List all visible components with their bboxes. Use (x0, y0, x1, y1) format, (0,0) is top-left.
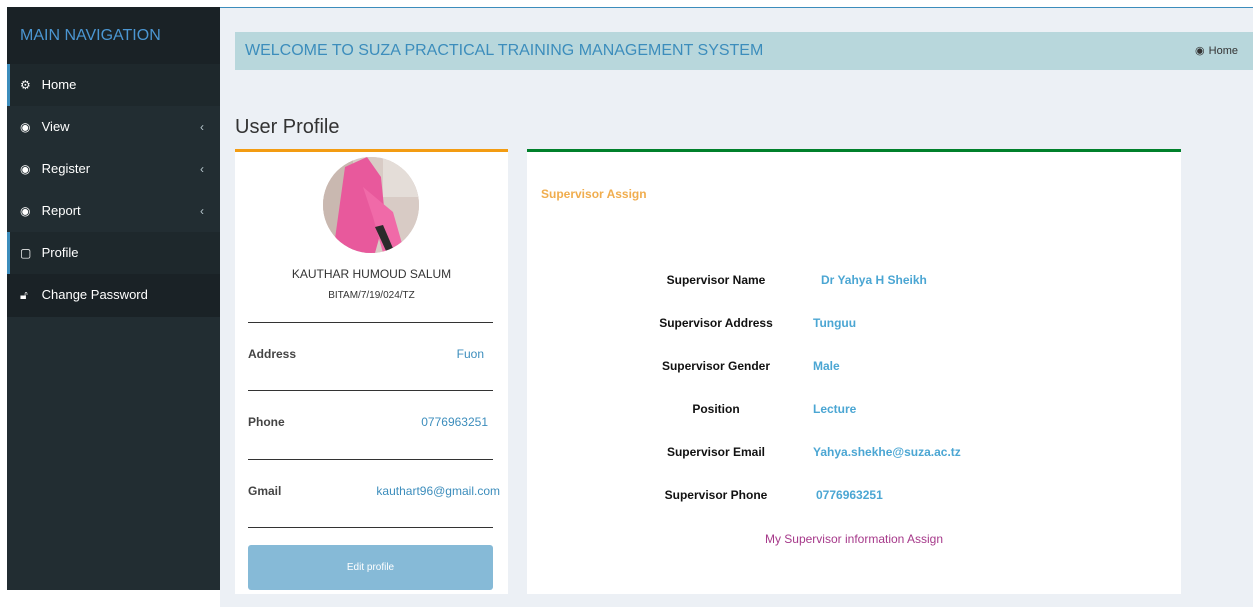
welcome-banner: WELCOME TO SUZA PRACTICAL TRAINING MANAG… (235, 32, 1253, 70)
supervisor-address-value: Tunguu (813, 316, 857, 330)
sidebar-item-label: View (41, 119, 70, 134)
sidebar-item-label: Register (41, 161, 91, 176)
user-reg-number: BITAM/7/19/024/TZ (328, 290, 415, 301)
supervisor-footer-text: My Supervisor information Assign (764, 532, 944, 546)
position-label: Position (692, 402, 740, 416)
edit-profile-button[interactable]: Edit profile (248, 545, 493, 590)
dashboard-icon: ◉ (20, 162, 31, 176)
sidebar-item-home[interactable]: ⚙ Home (7, 64, 220, 106)
divider (248, 322, 493, 323)
gmail-label: Gmail (248, 484, 282, 498)
supervisor-phone-value: 0776963251 (816, 488, 883, 502)
sidebar-item-change-password[interactable]: 🔓︎ Change Password (7, 274, 220, 317)
sidebar: MAIN NAVIGATION ⚙ Home ◉ View ‹ ◉ Regist… (7, 7, 220, 590)
address-label: Address (248, 347, 297, 361)
divider (248, 459, 493, 460)
unlock-icon: 🔓︎ (20, 288, 28, 302)
supervisor-phone-label: Supervisor Phone (664, 488, 768, 502)
sidebar-header: MAIN NAVIGATION (7, 7, 220, 64)
welcome-text: WELCOME TO SUZA PRACTICAL TRAINING MANAG… (245, 42, 764, 59)
supervisor-card-title: Supervisor Assign (541, 187, 647, 201)
page-title: User Profile (235, 116, 340, 138)
sidebar-item-view[interactable]: ◉ View ‹ (7, 106, 220, 148)
chevron-left-icon: ‹ (200, 204, 204, 218)
chevron-left-icon: ‹ (200, 162, 204, 176)
avatar (323, 157, 419, 253)
sidebar-item-label: Profile (41, 245, 79, 260)
sidebar-item-report[interactable]: ◉ Report ‹ (7, 190, 220, 232)
sidebar-item-label: Report (41, 203, 81, 218)
supervisor-address-label: Supervisor Address (659, 316, 773, 330)
sidebar-item-label: Home (41, 77, 77, 92)
breadcrumb-home[interactable]: Home (1209, 45, 1238, 57)
file-icon: ▢ (20, 246, 32, 260)
supervisor-name-value: Dr Yahya H Sheikh (821, 273, 927, 287)
divider (248, 390, 493, 391)
dashboard-icon: ◉ (1195, 45, 1205, 57)
dashboard-icon: ◉ (20, 120, 31, 134)
address-value: Fuon (456, 347, 484, 361)
sidebar-item-profile[interactable]: ▢ Profile (7, 232, 220, 274)
supervisor-email-label: Supervisor Email (666, 445, 766, 459)
chevron-left-icon: ‹ (200, 120, 204, 134)
divider (248, 527, 493, 528)
phone-value: 0776963251 (421, 415, 488, 429)
gears-icon: ⚙ (20, 78, 31, 92)
supervisor-gender-value: Male (813, 359, 840, 373)
dashboard-icon: ◉ (20, 204, 31, 218)
gmail-value: kauthart96@gmail.com (376, 484, 500, 498)
profile-card: KAUTHAR HUMOUD SALUM BITAM/7/19/024/TZ A… (235, 149, 508, 594)
user-name: KAUTHAR HUMOUD SALUM (291, 267, 452, 281)
sidebar-item-label: Change Password (41, 287, 148, 302)
supervisor-gender-label: Supervisor Gender (661, 359, 771, 373)
phone-label: Phone (248, 415, 285, 429)
breadcrumb[interactable]: ◉ Home (1195, 32, 1238, 70)
supervisor-card: Supervisor Assign Supervisor Name Dr Yah… (527, 149, 1181, 594)
avatar-image (323, 157, 419, 253)
position-value: Lecture (813, 402, 857, 416)
supervisor-name-label: Supervisor Name (666, 273, 766, 287)
sidebar-item-register[interactable]: ◉ Register ‹ (7, 148, 220, 190)
main-content: WELCOME TO SUZA PRACTICAL TRAINING MANAG… (220, 7, 1253, 607)
supervisor-email-value: Yahya.shekhe@suza.ac.tz (813, 445, 961, 459)
